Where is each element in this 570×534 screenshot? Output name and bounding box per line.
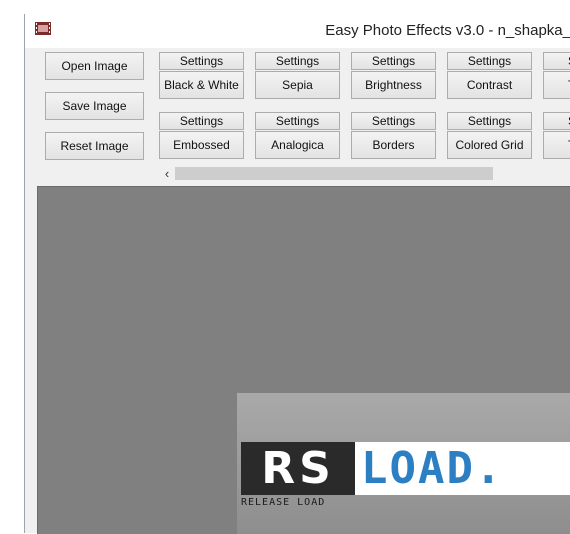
embossed-settings-button[interactable]: Settings — [159, 112, 244, 130]
logo-load-block: LOAD. — [355, 442, 570, 495]
effect10-button[interactable]: T — [543, 131, 570, 159]
black-white-button[interactable]: Black & White — [159, 71, 244, 99]
sepia-button[interactable]: Sepia — [255, 71, 340, 99]
brightness-button[interactable]: Brightness — [351, 71, 436, 99]
effects-scrollbar[interactable]: ‹ — [159, 165, 570, 182]
borders-button[interactable]: Borders — [351, 131, 436, 159]
title-bar: Easy Photo Effects v3.0 - n_shapka_ — [25, 14, 570, 48]
logo-rs-block: RS — [241, 442, 355, 495]
sepia-settings-button[interactable]: Settings — [255, 52, 340, 70]
analogica-settings-button[interactable]: Settings — [255, 112, 340, 130]
analogica-button[interactable]: Analogica — [255, 131, 340, 159]
scroll-thumb[interactable] — [175, 167, 493, 180]
bw-settings-button[interactable]: Settings — [159, 52, 244, 70]
image-canvas[interactable]: RS LOAD. RELEASE LOAD — [37, 186, 570, 534]
app-window: Easy Photo Effects v3.0 - n_shapka_ Open… — [24, 14, 570, 534]
logo-rs-text: RS — [261, 443, 335, 494]
reset-image-button[interactable]: Reset Image — [45, 132, 144, 160]
contrast-settings-button[interactable]: Settings — [447, 52, 532, 70]
contrast-button[interactable]: Contrast — [447, 71, 532, 99]
colored-grid-settings-button[interactable]: Settings — [447, 112, 532, 130]
borders-settings-button[interactable]: Settings — [351, 112, 436, 130]
effect5-button[interactable]: T — [543, 71, 570, 99]
open-image-button[interactable]: Open Image — [45, 52, 144, 80]
effect5-settings-button[interactable]: S — [543, 52, 570, 70]
logo-load-text: LOAD. — [361, 443, 504, 494]
logo-tagline: RELEASE LOAD — [241, 497, 326, 508]
brightness-settings-button[interactable]: Settings — [351, 52, 436, 70]
scroll-left-arrow-icon[interactable]: ‹ — [159, 165, 175, 182]
save-image-button[interactable]: Save Image — [45, 92, 144, 120]
embossed-button[interactable]: Embossed — [159, 131, 244, 159]
colored-grid-button[interactable]: Colored Grid — [447, 131, 532, 159]
effect10-settings-button[interactable]: S — [543, 112, 570, 130]
loaded-image: RS LOAD. RELEASE LOAD — [237, 393, 570, 534]
window-title: Easy Photo Effects v3.0 - n_shapka_ — [325, 22, 570, 39]
